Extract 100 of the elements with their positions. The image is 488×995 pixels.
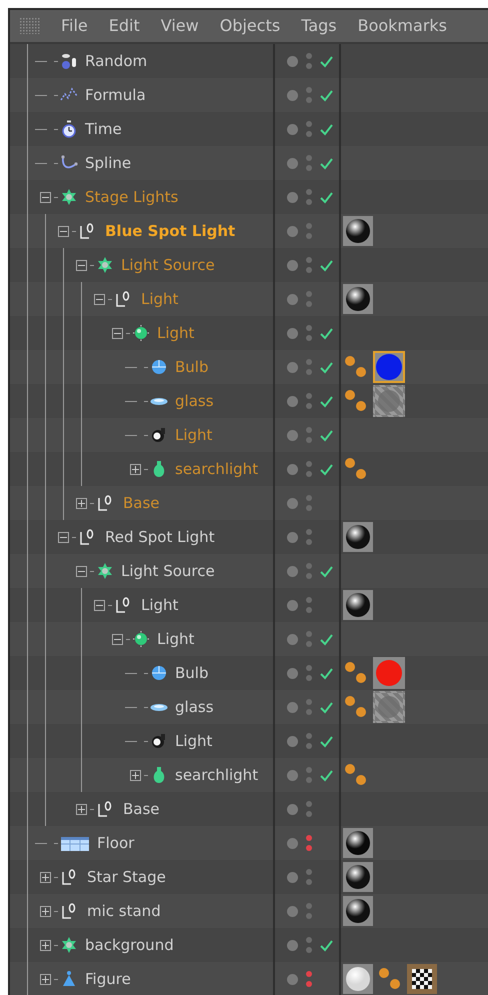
object-name[interactable]: searchlight xyxy=(175,764,258,786)
material-sphere-tag[interactable] xyxy=(343,284,373,314)
collapse-toggle[interactable] xyxy=(112,634,122,644)
check-icon[interactable] xyxy=(320,938,333,952)
visibility-dots[interactable] xyxy=(306,155,312,171)
material-tag[interactable] xyxy=(373,351,405,383)
object-row[interactable]: Blue Spot Light xyxy=(10,214,488,248)
check-icon[interactable] xyxy=(320,326,333,340)
collapse-toggle[interactable] xyxy=(112,328,122,338)
object-name[interactable]: glass xyxy=(175,696,214,718)
material-sphere-tag[interactable] xyxy=(343,896,373,926)
object-name[interactable]: background xyxy=(85,934,174,956)
visibility-dots[interactable] xyxy=(306,597,312,613)
object-name[interactable]: Formula xyxy=(85,84,146,106)
object-row[interactable]: Light xyxy=(10,622,488,656)
object-name[interactable]: searchlight xyxy=(175,458,258,480)
visibility-dots[interactable] xyxy=(306,461,312,477)
visibility-dots[interactable] xyxy=(306,699,312,715)
visibility-dots[interactable] xyxy=(306,427,312,443)
visibility-dots[interactable] xyxy=(306,971,312,987)
grip-icon[interactable] xyxy=(20,18,40,34)
check-icon[interactable] xyxy=(320,700,333,714)
check-icon[interactable] xyxy=(320,734,333,748)
material-sphere-tag[interactable] xyxy=(343,828,373,858)
object-name[interactable]: Light xyxy=(141,288,178,310)
object-row[interactable]: mic stand xyxy=(10,894,488,928)
object-name[interactable]: Spline xyxy=(85,152,132,174)
menu-item[interactable]: Edit xyxy=(108,14,140,38)
collapse-toggle[interactable] xyxy=(58,532,68,542)
glass-material-tag[interactable] xyxy=(373,385,405,417)
visibility-dots[interactable] xyxy=(306,937,312,953)
object-name[interactable]: Light Source xyxy=(121,560,215,582)
expand-toggle[interactable] xyxy=(40,940,50,950)
check-icon[interactable] xyxy=(320,360,333,374)
visibility-dots[interactable] xyxy=(306,495,312,511)
visibility-dots[interactable] xyxy=(306,223,312,239)
collapse-toggle[interactable] xyxy=(76,566,86,576)
visibility-dots[interactable] xyxy=(306,835,312,851)
visibility-dots[interactable] xyxy=(306,325,312,341)
object-row[interactable]: Bulb xyxy=(10,350,488,384)
object-row[interactable]: Light xyxy=(10,282,488,316)
expand-toggle[interactable] xyxy=(40,872,50,882)
check-icon[interactable] xyxy=(320,156,333,170)
check-icon[interactable] xyxy=(320,258,333,272)
object-name[interactable]: Star Stage xyxy=(87,866,166,888)
object-name[interactable]: Random xyxy=(85,50,148,72)
object-row[interactable]: Base xyxy=(10,486,488,520)
collapse-toggle[interactable] xyxy=(58,226,68,236)
check-icon[interactable] xyxy=(320,428,333,442)
check-icon[interactable] xyxy=(320,54,333,68)
object-name[interactable]: Floor xyxy=(97,832,134,854)
object-name[interactable]: Blue Spot Light xyxy=(105,220,236,242)
object-row[interactable]: searchlight xyxy=(10,758,488,792)
expand-toggle[interactable] xyxy=(40,974,50,984)
check-icon[interactable] xyxy=(320,666,333,680)
check-icon[interactable] xyxy=(320,190,333,204)
object-name[interactable]: Light xyxy=(175,730,212,752)
expand-toggle[interactable] xyxy=(130,464,140,474)
object-name[interactable]: Red Spot Light xyxy=(105,526,215,548)
visibility-dots[interactable] xyxy=(306,393,312,409)
check-icon[interactable] xyxy=(320,88,333,102)
check-icon[interactable] xyxy=(320,122,333,136)
expand-toggle[interactable] xyxy=(40,906,50,916)
expand-toggle[interactable] xyxy=(76,804,86,814)
visibility-dots[interactable] xyxy=(306,189,312,205)
check-icon[interactable] xyxy=(320,462,333,476)
object-name[interactable]: Base xyxy=(123,492,160,514)
checker-texture-tag[interactable] xyxy=(407,964,437,994)
object-name[interactable]: Figure xyxy=(85,968,131,990)
object-row[interactable]: Spline xyxy=(10,146,488,180)
material-sphere-tag[interactable] xyxy=(343,862,373,892)
object-name[interactable]: Light xyxy=(157,628,194,650)
check-icon[interactable] xyxy=(320,768,333,782)
visibility-dots[interactable] xyxy=(306,665,312,681)
object-row[interactable]: Floor xyxy=(10,826,488,860)
object-name[interactable]: Light Source xyxy=(121,254,215,276)
material-sphere-tag[interactable] xyxy=(343,216,373,246)
visibility-dots[interactable] xyxy=(306,631,312,647)
collapse-toggle[interactable] xyxy=(94,294,104,304)
object-name[interactable]: Time xyxy=(85,118,122,140)
collapse-toggle[interactable] xyxy=(94,600,104,610)
check-icon[interactable] xyxy=(320,394,333,408)
glass-material-tag[interactable] xyxy=(373,691,405,723)
collapse-toggle[interactable] xyxy=(40,192,50,202)
object-name[interactable]: mic stand xyxy=(87,900,161,922)
object-name[interactable]: glass xyxy=(175,390,214,412)
visibility-dots[interactable] xyxy=(306,53,312,69)
object-name[interactable]: Base xyxy=(123,798,160,820)
menu-item[interactable]: Tags xyxy=(301,14,337,38)
visibility-dots[interactable] xyxy=(306,903,312,919)
object-name[interactable]: Light xyxy=(141,594,178,616)
visibility-dots[interactable] xyxy=(306,291,312,307)
visibility-dots[interactable] xyxy=(306,869,312,885)
menu-item[interactable]: Objects xyxy=(220,14,280,38)
object-name[interactable]: Light xyxy=(175,424,212,446)
visibility-dots[interactable] xyxy=(306,801,312,817)
visibility-dots[interactable] xyxy=(306,359,312,375)
check-icon[interactable] xyxy=(320,632,333,646)
visibility-dots[interactable] xyxy=(306,767,312,783)
object-name[interactable]: Stage Lights xyxy=(85,186,178,208)
